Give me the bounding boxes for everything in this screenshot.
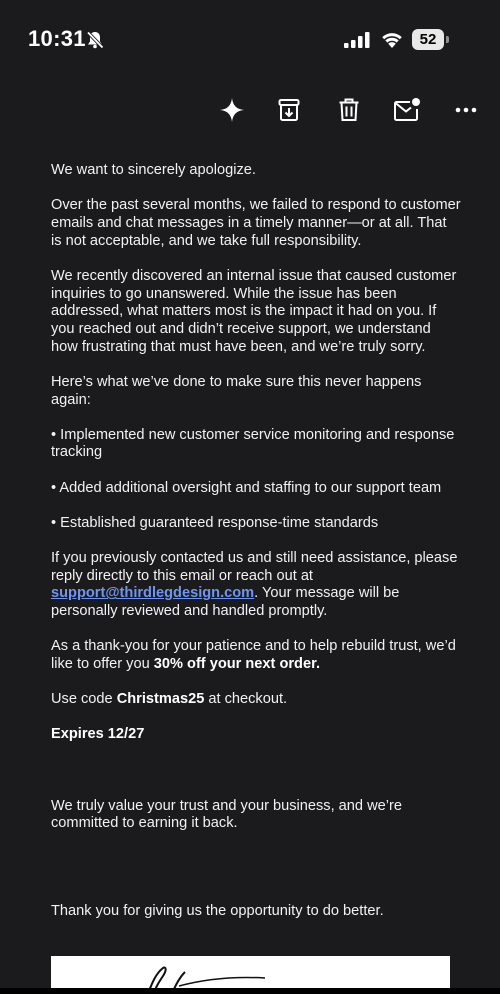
email-toolbar: [0, 92, 500, 128]
mark-unread-icon[interactable]: [392, 92, 422, 128]
support-email-link[interactable]: support@thirdlegdesign.com: [51, 585, 254, 601]
battery-cap: [446, 36, 449, 43]
expiry-date: Expires 12/27: [51, 726, 145, 743]
silent-bell-icon: [85, 30, 105, 50]
header-area: 10:31 52: [0, 0, 500, 148]
paragraph-failure: Over the past several months, we failed …: [51, 197, 461, 249]
bottom-edge: [0, 988, 500, 994]
status-bar: 10:31 52: [0, 0, 500, 80]
cellular-signal-icon: [344, 32, 370, 48]
offer-discount: 30% off your next order.: [153, 656, 321, 673]
bullet-item: • Added additional oversight and staffin…: [51, 479, 442, 496]
trash-icon[interactable]: [334, 92, 364, 128]
battery-level: 52: [412, 29, 444, 50]
email-content: We want to sincerely apologize. Over the…: [51, 162, 461, 938]
archive-icon[interactable]: [274, 92, 304, 128]
wifi-icon: [380, 29, 404, 49]
bullet-item: • Established guaranteed response-time s…: [51, 514, 379, 531]
paragraph-thanks: Thank you for giving us the opportunity …: [51, 902, 384, 919]
paragraph-apology: We want to sincerely apologize.: [51, 162, 256, 178]
email-body: We want to sincerely apologize. Over the…: [0, 148, 500, 994]
battery-icon: 52: [412, 29, 450, 50]
bullet-item: • Implemented new customer service monit…: [51, 426, 455, 461]
code-text-after: at checkout.: [204, 691, 288, 708]
email-screen: 10:31 52 We want to sincerely apologize.…: [0, 0, 500, 994]
promo-code: Christmas25: [116, 691, 205, 708]
more-icon[interactable]: [451, 92, 481, 128]
paragraph-trust: We truly value your trust and your busin…: [51, 797, 402, 832]
contact-text-before: If you previously contacted us and still…: [51, 550, 458, 584]
paragraph-actions-intro: Here’s what we’ve done to make sure this…: [51, 373, 422, 408]
sparkle-icon[interactable]: [217, 92, 247, 128]
paragraph-offer: As a thank-you for your patience and to …: [51, 638, 461, 673]
code-text-before: Use code: [51, 691, 117, 708]
paragraph-code: Use code Christmas25 at checkout.: [51, 691, 461, 709]
status-time: 10:31: [28, 26, 86, 51]
paragraph-issue: We recently discovered an internal issue…: [51, 267, 457, 355]
paragraph-contact: If you previously contacted us and still…: [51, 550, 461, 621]
